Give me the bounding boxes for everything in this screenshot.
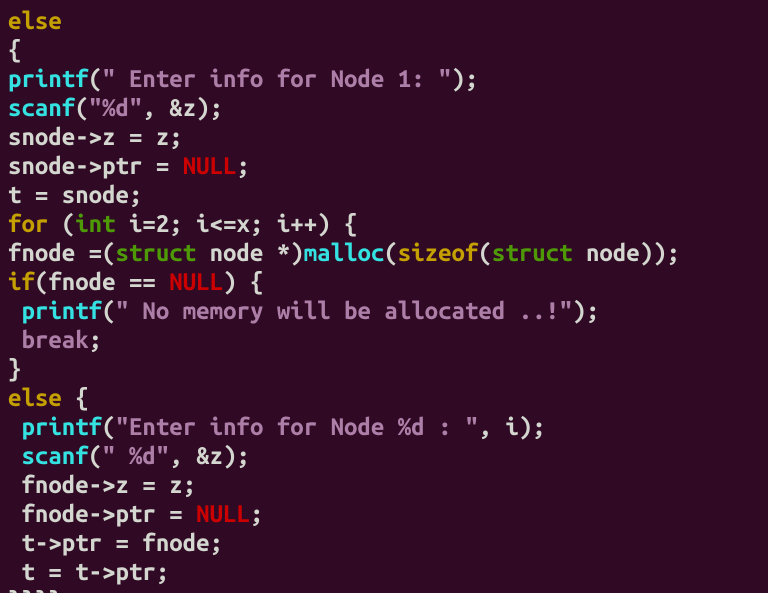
indent <box>8 297 21 324</box>
indent <box>8 442 21 469</box>
semi: ; <box>237 152 250 179</box>
close: ); <box>452 65 479 92</box>
null: NULL <box>183 152 237 179</box>
paren: ( <box>102 297 115 324</box>
paren: ( <box>75 94 88 121</box>
code-block: else { printf(" Enter info for Node 1: "… <box>0 0 768 593</box>
paren: ( <box>478 239 491 266</box>
stmt: fnode =( <box>8 239 116 266</box>
indent <box>8 326 21 353</box>
string: "%d" <box>89 94 143 121</box>
paren: ( <box>89 442 102 469</box>
rest: , &z); <box>169 442 250 469</box>
post: ) { <box>223 268 263 295</box>
keyword-if: if <box>8 268 35 295</box>
cond: (fnode == <box>35 268 169 295</box>
keyword-else: else <box>8 384 62 411</box>
fn-printf: printf <box>21 297 102 324</box>
fn-printf: printf <box>21 413 102 440</box>
fn-malloc: malloc <box>304 239 385 266</box>
close: ); <box>573 297 600 324</box>
type-int: int <box>75 210 115 237</box>
stmt: t = snode; <box>8 181 142 208</box>
fn-scanf: scanf <box>21 442 88 469</box>
stmt: t = t->ptr; <box>8 558 169 585</box>
rest: i=2; i<=x; i++) { <box>116 210 358 237</box>
stmt: snode->ptr = <box>8 152 183 179</box>
paren: ( <box>384 239 397 266</box>
semi: ; <box>89 326 102 353</box>
stmt: fnode->ptr = <box>8 500 196 527</box>
brace: { <box>8 36 21 63</box>
brace: } <box>8 355 21 382</box>
stmt: fnode->z = z; <box>8 471 196 498</box>
indent <box>8 413 21 440</box>
keyword-sizeof: sizeof <box>398 239 479 266</box>
string: " %d" <box>102 442 169 469</box>
string: "Enter info for Node %d : " <box>116 413 479 440</box>
post: { <box>62 384 89 411</box>
keyword-break: break <box>21 326 88 353</box>
keyword-else: else <box>8 7 62 34</box>
stmt: snode->z = z; <box>8 123 183 150</box>
paren: ( <box>48 210 75 237</box>
paren: ( <box>102 413 115 440</box>
mid: node *) <box>196 239 304 266</box>
type-struct: struct <box>116 239 197 266</box>
rest: , &z); <box>142 94 223 121</box>
string: " No memory will be allocated ..!" <box>116 297 573 324</box>
null: NULL <box>196 500 250 527</box>
paren: ( <box>89 65 102 92</box>
fn-printf: printf <box>8 65 89 92</box>
fn-scanf: scanf <box>8 94 75 121</box>
string: " Enter info for Node 1: " <box>102 65 451 92</box>
null: NULL <box>169 268 223 295</box>
braces: }}}} <box>8 587 62 593</box>
rest: , i); <box>478 413 545 440</box>
stmt: t->ptr = fnode; <box>8 529 223 556</box>
tail: node)); <box>573 239 681 266</box>
semi: ; <box>250 500 263 527</box>
keyword-for: for <box>8 210 48 237</box>
type-struct: struct <box>492 239 573 266</box>
